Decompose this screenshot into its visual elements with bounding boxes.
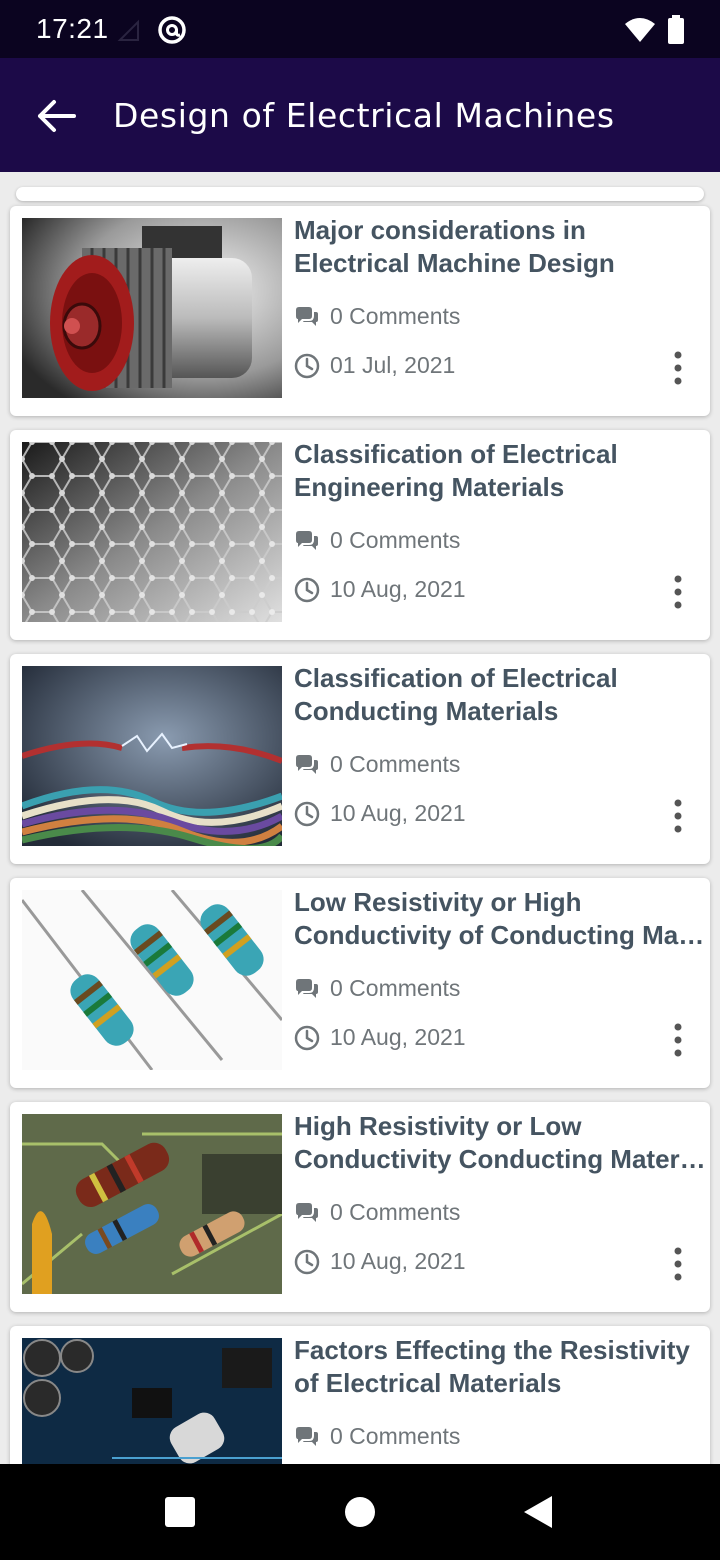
comments-icon bbox=[296, 530, 318, 550]
date-label: 10 Aug, 2021 bbox=[330, 1024, 466, 1050]
article-title[interactable]: High Resistivity or Low Conductivity Con… bbox=[294, 1110, 706, 1176]
graphene-image bbox=[22, 442, 282, 622]
article-title-line-2: Engineering Materials bbox=[294, 472, 565, 502]
more-vert-icon bbox=[674, 799, 682, 833]
comments-count[interactable]: 0 Comments bbox=[294, 975, 460, 1002]
article-card[interactable]: High Resistivity or Low Conductivity Con… bbox=[10, 1102, 710, 1312]
article-title[interactable]: Classification of Electrical Engineering… bbox=[294, 438, 706, 504]
at-sign-icon bbox=[156, 14, 188, 51]
back-button[interactable] bbox=[34, 94, 78, 138]
comments-label: 0 Comments bbox=[330, 527, 461, 553]
article-card[interactable]: Major considerations in Electrical Machi… bbox=[10, 206, 710, 416]
more-options-button[interactable] bbox=[666, 1022, 690, 1058]
comments-icon bbox=[296, 1426, 318, 1446]
comments-label: 0 Comments bbox=[330, 1423, 461, 1449]
sim-icon bbox=[116, 18, 142, 49]
date-label: 10 Aug, 2021 bbox=[330, 576, 466, 602]
article-title-line-1: Classification of Electrical bbox=[294, 663, 618, 693]
article-list[interactable]: Major considerations in Electrical Machi… bbox=[0, 172, 720, 1464]
article-title[interactable]: Classification of Electrical Conducting … bbox=[294, 662, 706, 728]
article-title-line-1: Low Resistivity or High bbox=[294, 887, 582, 917]
square-icon bbox=[165, 1497, 195, 1527]
circuit-board-image bbox=[22, 1338, 282, 1464]
comments-count[interactable]: 0 Comments bbox=[294, 527, 460, 554]
article-title[interactable]: Factors Effecting the Resistivity of Ele… bbox=[294, 1334, 706, 1400]
motor-image bbox=[22, 218, 282, 398]
resistors-image bbox=[22, 890, 282, 1070]
publish-date: 10 Aug, 2021 bbox=[294, 1024, 466, 1051]
article-title-line-1: Major considerations in bbox=[294, 215, 586, 245]
circle-icon bbox=[345, 1497, 375, 1527]
date-label: 01 Jul, 2021 bbox=[330, 352, 456, 378]
article-card[interactable]: Low Resistivity or High Conductivity of … bbox=[10, 878, 710, 1088]
article-title-line-2: Conductivity Conducting Materials bbox=[294, 1144, 706, 1174]
clock-icon bbox=[294, 353, 320, 378]
search-placeholder-bar bbox=[16, 187, 704, 201]
clock-icon bbox=[294, 801, 320, 826]
article-title-line-2: Conducting Materials bbox=[294, 696, 559, 726]
publish-date: 01 Jul, 2021 bbox=[294, 352, 455, 379]
circuit-resistors-image bbox=[22, 1114, 282, 1294]
comments-icon bbox=[296, 1202, 318, 1222]
article-title-line-2: of Electrical Materials bbox=[294, 1368, 562, 1398]
comments-label: 0 Comments bbox=[330, 303, 461, 329]
recents-button[interactable] bbox=[164, 1496, 196, 1533]
wires-image bbox=[22, 666, 282, 846]
more-options-button[interactable] bbox=[666, 574, 690, 610]
article-title-line-1: High Resistivity or Low bbox=[294, 1111, 582, 1141]
system-nav-bar bbox=[0, 1464, 720, 1560]
comments-count[interactable]: 0 Comments bbox=[294, 303, 460, 330]
status-bar: 17:21 bbox=[0, 0, 720, 58]
clock-icon bbox=[294, 1025, 320, 1050]
comments-count[interactable]: 0 Comments bbox=[294, 1423, 460, 1450]
system-back-button[interactable] bbox=[522, 1494, 554, 1535]
article-title[interactable]: Low Resistivity or High Conductivity of … bbox=[294, 886, 706, 952]
date-label: 10 Aug, 2021 bbox=[330, 800, 466, 826]
article-card[interactable]: Classification of Electrical Engineering… bbox=[10, 430, 710, 640]
comments-icon bbox=[296, 978, 318, 998]
clock-icon bbox=[294, 577, 320, 602]
publish-date: 10 Aug, 2021 bbox=[294, 800, 466, 827]
article-card[interactable]: Classification of Electrical Conducting … bbox=[10, 654, 710, 864]
article-title-line-2: Conductivity of Conducting Materials bbox=[294, 920, 706, 950]
more-vert-icon bbox=[674, 1247, 682, 1281]
triangle-back-icon bbox=[524, 1496, 552, 1528]
more-vert-icon bbox=[674, 351, 682, 385]
article-title-line-2: Electrical Machine Design bbox=[294, 248, 615, 278]
page-title: Design of Electrical Machines bbox=[113, 96, 615, 135]
comments-count[interactable]: 0 Comments bbox=[294, 751, 460, 778]
more-options-button[interactable] bbox=[666, 1246, 690, 1282]
more-vert-icon bbox=[674, 1023, 682, 1057]
more-options-button[interactable] bbox=[666, 798, 690, 834]
comments-count[interactable]: 0 Comments bbox=[294, 1199, 460, 1226]
status-time: 17:21 bbox=[36, 13, 109, 44]
arrow-left-icon bbox=[38, 100, 76, 132]
more-vert-icon bbox=[674, 575, 682, 609]
comments-label: 0 Comments bbox=[330, 1199, 461, 1225]
publish-date: 10 Aug, 2021 bbox=[294, 576, 466, 603]
comments-label: 0 Comments bbox=[330, 751, 461, 777]
comments-icon bbox=[296, 306, 318, 326]
article-title-line-1: Factors Effecting the Resistivity bbox=[294, 1335, 690, 1365]
clock-icon bbox=[294, 1249, 320, 1274]
comments-label: 0 Comments bbox=[330, 975, 461, 1001]
article-title-line-1: Classification of Electrical bbox=[294, 439, 618, 469]
app-bar: Design of Electrical Machines bbox=[0, 58, 720, 172]
home-button[interactable] bbox=[344, 1496, 376, 1533]
publish-date: 10 Aug, 2021 bbox=[294, 1248, 466, 1275]
date-label: 10 Aug, 2021 bbox=[330, 1248, 466, 1274]
comments-icon bbox=[296, 754, 318, 774]
battery-icon bbox=[666, 15, 686, 50]
article-title[interactable]: Major considerations in Electrical Machi… bbox=[294, 214, 706, 280]
article-card[interactable]: Factors Effecting the Resistivity of Ele… bbox=[10, 1326, 710, 1464]
wifi-icon bbox=[624, 16, 656, 49]
more-options-button[interactable] bbox=[666, 350, 690, 386]
